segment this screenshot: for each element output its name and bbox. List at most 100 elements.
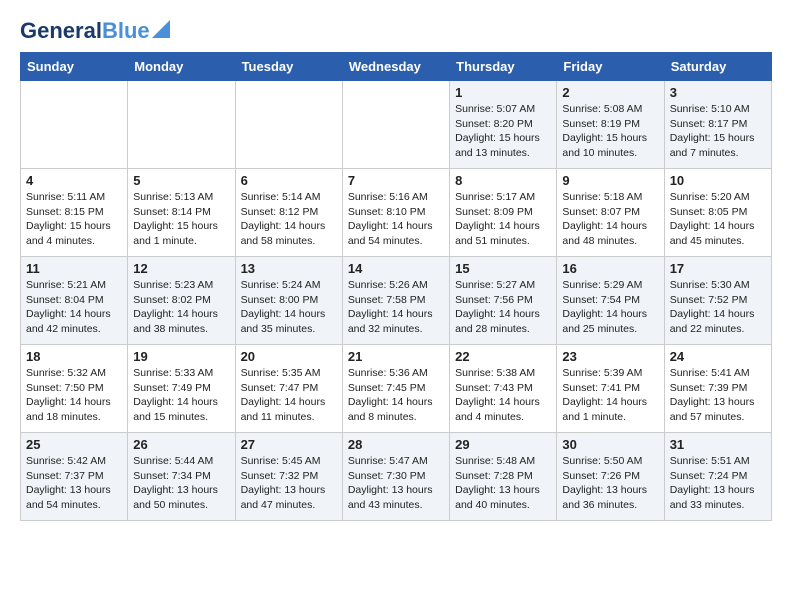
day-number: 5	[133, 173, 229, 188]
day-content: Sunrise: 5:26 AM Sunset: 7:58 PM Dayligh…	[348, 278, 444, 337]
day-cell: 27 Sunrise: 5:45 AM Sunset: 7:32 PM Dayli…	[235, 433, 342, 521]
day-cell: 9 Sunrise: 5:18 AM Sunset: 8:07 PM Daylig…	[557, 169, 664, 257]
day-content: Sunrise: 5:35 AM Sunset: 7:47 PM Dayligh…	[241, 366, 337, 425]
day-content: Sunrise: 5:33 AM Sunset: 7:49 PM Dayligh…	[133, 366, 229, 425]
day-content: Sunrise: 5:41 AM Sunset: 7:39 PM Dayligh…	[670, 366, 766, 425]
day-cell: 15Sunrise: 5:27 AM Sunset: 7:56 PM Dayli…	[450, 257, 557, 345]
day-cell: 4 Sunrise: 5:11 AM Sunset: 8:15 PM Daylig…	[21, 169, 128, 257]
header-tuesday: Tuesday	[235, 53, 342, 81]
day-number: 13	[241, 261, 337, 276]
header-saturday: Saturday	[664, 53, 771, 81]
day-number: 21	[348, 349, 444, 364]
week-row-1: 1Sunrise: 5:07 AM Sunset: 8:20 PM Daylig…	[21, 81, 772, 169]
day-content: Sunrise: 5:11 AM Sunset: 8:15 PM Dayligh…	[26, 190, 122, 249]
day-content: Sunrise: 5:16 AM Sunset: 8:10 PM Dayligh…	[348, 190, 444, 249]
week-row-2: 4 Sunrise: 5:11 AM Sunset: 8:15 PM Daylig…	[21, 169, 772, 257]
day-cell: 31Sunrise: 5:51 AM Sunset: 7:24 PM Dayli…	[664, 433, 771, 521]
day-number: 16	[562, 261, 658, 276]
week-row-4: 18 Sunrise: 5:32 AM Sunset: 7:50 PM Dayli…	[21, 345, 772, 433]
day-number: 9	[562, 173, 658, 188]
day-number: 2	[562, 85, 658, 100]
header-wednesday: Wednesday	[342, 53, 449, 81]
day-content: Sunrise: 5:10 AM Sunset: 8:17 PM Dayligh…	[670, 102, 766, 161]
day-cell: 22 Sunrise: 5:38 AM Sunset: 7:43 PM Dayli…	[450, 345, 557, 433]
day-cell: 8 Sunrise: 5:17 AM Sunset: 8:09 PM Daylig…	[450, 169, 557, 257]
day-cell: 14 Sunrise: 5:26 AM Sunset: 7:58 PM Dayli…	[342, 257, 449, 345]
day-content: Sunrise: 5:32 AM Sunset: 7:50 PM Dayligh…	[26, 366, 122, 425]
day-cell	[128, 81, 235, 169]
day-cell: 3 Sunrise: 5:10 AM Sunset: 8:17 PM Daylig…	[664, 81, 771, 169]
day-number: 18	[26, 349, 122, 364]
day-cell: 10 Sunrise: 5:20 AM Sunset: 8:05 PM Dayli…	[664, 169, 771, 257]
day-cell: 6 Sunrise: 5:14 AM Sunset: 8:12 PM Daylig…	[235, 169, 342, 257]
day-number: 14	[348, 261, 444, 276]
day-content: Sunrise: 5:20 AM Sunset: 8:05 PM Dayligh…	[670, 190, 766, 249]
day-content: Sunrise: 5:45 AM Sunset: 7:32 PM Dayligh…	[241, 454, 337, 513]
day-cell	[235, 81, 342, 169]
week-row-3: 11 Sunrise: 5:21 AM Sunset: 8:04 PM Dayli…	[21, 257, 772, 345]
day-content: Sunrise: 5:36 AM Sunset: 7:45 PM Dayligh…	[348, 366, 444, 425]
day-content: Sunrise: 5:30 AM Sunset: 7:52 PM Dayligh…	[670, 278, 766, 337]
day-content: Sunrise: 5:39 AM Sunset: 7:41 PM Dayligh…	[562, 366, 658, 425]
day-content: Sunrise: 5:18 AM Sunset: 8:07 PM Dayligh…	[562, 190, 658, 249]
day-cell: 7 Sunrise: 5:16 AM Sunset: 8:10 PM Daylig…	[342, 169, 449, 257]
day-cell: 12Sunrise: 5:23 AM Sunset: 8:02 PM Dayli…	[128, 257, 235, 345]
day-content: Sunrise: 5:07 AM Sunset: 8:20 PM Dayligh…	[455, 102, 551, 161]
header-thursday: Thursday	[450, 53, 557, 81]
day-number: 23	[562, 349, 658, 364]
day-content: Sunrise: 5:13 AM Sunset: 8:14 PM Dayligh…	[133, 190, 229, 249]
week-row-5: 25 Sunrise: 5:42 AM Sunset: 7:37 PM Dayli…	[21, 433, 772, 521]
calendar-table: Sunday Monday Tuesday Wednesday Thursday…	[20, 52, 772, 521]
day-number: 7	[348, 173, 444, 188]
header-friday: Friday	[557, 53, 664, 81]
day-content: Sunrise: 5:14 AM Sunset: 8:12 PM Dayligh…	[241, 190, 337, 249]
day-number: 3	[670, 85, 766, 100]
day-number: 4	[26, 173, 122, 188]
logo: GeneralBlue	[20, 20, 170, 42]
day-number: 8	[455, 173, 551, 188]
logo-icon	[152, 20, 170, 38]
day-number: 27	[241, 437, 337, 452]
day-cell: 24 Sunrise: 5:41 AM Sunset: 7:39 PM Dayli…	[664, 345, 771, 433]
day-content: Sunrise: 5:42 AM Sunset: 7:37 PM Dayligh…	[26, 454, 122, 513]
day-number: 24	[670, 349, 766, 364]
header: GeneralBlue	[20, 20, 772, 42]
day-cell: 28Sunrise: 5:47 AM Sunset: 7:30 PM Dayli…	[342, 433, 449, 521]
day-cell: 21 Sunrise: 5:36 AM Sunset: 7:45 PM Dayli…	[342, 345, 449, 433]
day-number: 20	[241, 349, 337, 364]
day-cell: 30 Sunrise: 5:50 AM Sunset: 7:26 PM Dayli…	[557, 433, 664, 521]
day-number: 10	[670, 173, 766, 188]
day-cell: 23 Sunrise: 5:39 AM Sunset: 7:41 PM Dayli…	[557, 345, 664, 433]
day-cell: 13 Sunrise: 5:24 AM Sunset: 8:00 PM Dayli…	[235, 257, 342, 345]
header-monday: Monday	[128, 53, 235, 81]
day-cell: 11 Sunrise: 5:21 AM Sunset: 8:04 PM Dayli…	[21, 257, 128, 345]
calendar-body: 1Sunrise: 5:07 AM Sunset: 8:20 PM Daylig…	[21, 81, 772, 521]
day-content: Sunrise: 5:38 AM Sunset: 7:43 PM Dayligh…	[455, 366, 551, 425]
logo-text: GeneralBlue	[20, 20, 150, 42]
day-content: Sunrise: 5:29 AM Sunset: 7:54 PM Dayligh…	[562, 278, 658, 337]
day-cell: 16 Sunrise: 5:29 AM Sunset: 7:54 PM Dayli…	[557, 257, 664, 345]
day-cell	[342, 81, 449, 169]
day-number: 11	[26, 261, 122, 276]
day-content: Sunrise: 5:17 AM Sunset: 8:09 PM Dayligh…	[455, 190, 551, 249]
day-cell: 2 Sunrise: 5:08 AM Sunset: 8:19 PM Daylig…	[557, 81, 664, 169]
day-content: Sunrise: 5:50 AM Sunset: 7:26 PM Dayligh…	[562, 454, 658, 513]
day-number: 25	[26, 437, 122, 452]
day-content: Sunrise: 5:23 AM Sunset: 8:02 PM Dayligh…	[133, 278, 229, 337]
day-number: 30	[562, 437, 658, 452]
day-cell: 5 Sunrise: 5:13 AM Sunset: 8:14 PM Daylig…	[128, 169, 235, 257]
day-number: 28	[348, 437, 444, 452]
day-content: Sunrise: 5:08 AM Sunset: 8:19 PM Dayligh…	[562, 102, 658, 161]
day-cell: 25 Sunrise: 5:42 AM Sunset: 7:37 PM Dayli…	[21, 433, 128, 521]
day-number: 29	[455, 437, 551, 452]
day-number: 6	[241, 173, 337, 188]
header-row: Sunday Monday Tuesday Wednesday Thursday…	[21, 53, 772, 81]
day-number: 15	[455, 261, 551, 276]
day-content: Sunrise: 5:24 AM Sunset: 8:00 PM Dayligh…	[241, 278, 337, 337]
day-number: 31	[670, 437, 766, 452]
day-number: 22	[455, 349, 551, 364]
day-content: Sunrise: 5:21 AM Sunset: 8:04 PM Dayligh…	[26, 278, 122, 337]
day-content: Sunrise: 5:48 AM Sunset: 7:28 PM Dayligh…	[455, 454, 551, 513]
day-cell	[21, 81, 128, 169]
day-cell: 18 Sunrise: 5:32 AM Sunset: 7:50 PM Dayli…	[21, 345, 128, 433]
